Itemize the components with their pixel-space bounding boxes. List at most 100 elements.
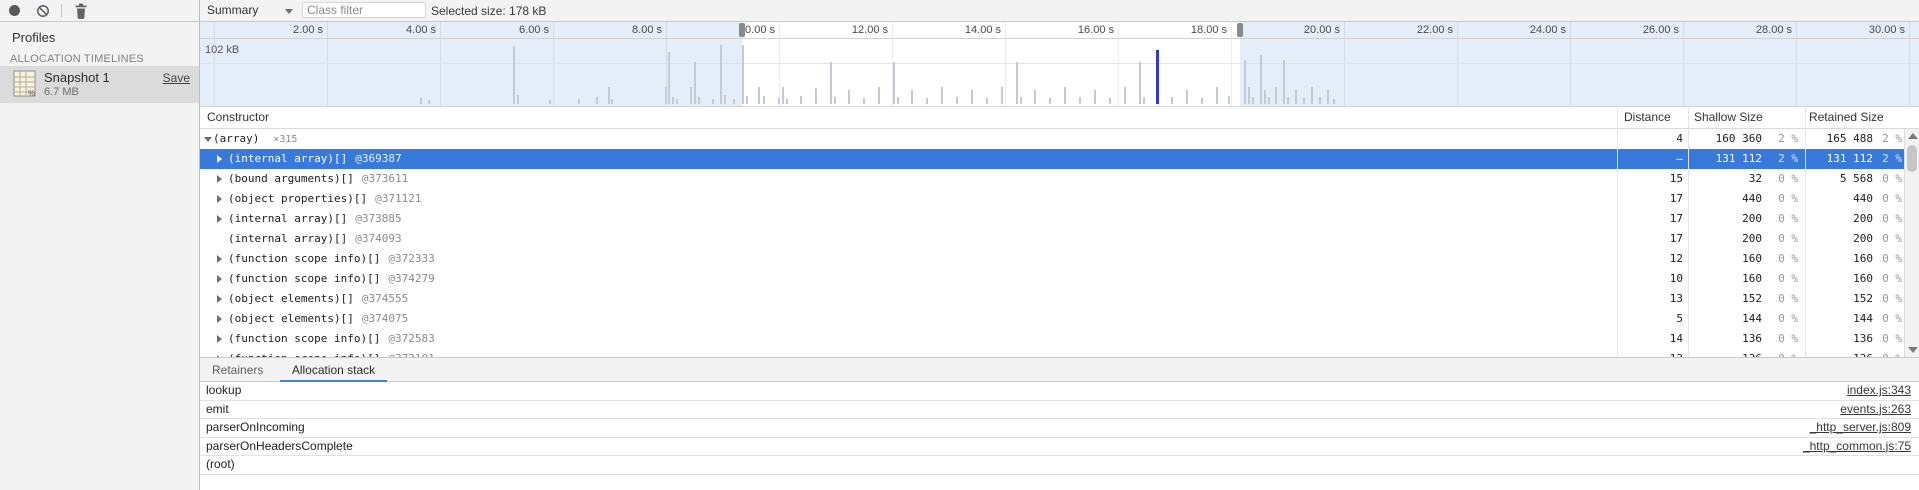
allocation-bar bbox=[742, 45, 744, 104]
column-header-shallow-size[interactable]: Shallow Size bbox=[1694, 110, 1763, 124]
shallow-pct-cell: 0 % bbox=[1764, 229, 1798, 249]
distance-cell: 12 bbox=[1621, 249, 1683, 269]
table-row[interactable]: (internal array)[]@373885172000 %2000 % bbox=[200, 209, 1904, 229]
save-link[interactable]: Save bbox=[163, 71, 190, 85]
shallow-size-cell: 152 bbox=[1690, 289, 1762, 309]
tab-allocation-stack[interactable]: Allocation stack bbox=[280, 358, 387, 383]
expand-arrow-icon[interactable] bbox=[217, 155, 222, 163]
scrollbar-down-icon[interactable] bbox=[1908, 347, 1918, 353]
selection-handle-left[interactable] bbox=[739, 23, 745, 37]
table-row[interactable]: (object elements)[]@374555131520 %1520 % bbox=[200, 289, 1904, 309]
table-row[interactable]: (internal array)[]@369387–131 1122 %131 … bbox=[200, 149, 1904, 169]
timeline-tick-label: 2.00 s bbox=[243, 24, 323, 36]
distance-cell: – bbox=[1621, 149, 1683, 169]
retained-pct-cell: 0 % bbox=[1875, 249, 1902, 269]
allocation-bar bbox=[694, 62, 696, 104]
shallow-pct-cell: 0 % bbox=[1764, 289, 1798, 309]
timeline-gridline bbox=[327, 22, 328, 106]
stack-frame-row[interactable]: parserOnIncoming _http_server.js:809 bbox=[200, 419, 1919, 438]
object-id: @372583 bbox=[388, 332, 434, 345]
table-row[interactable]: (function scope info)[]@373101131360 %13… bbox=[200, 349, 1904, 357]
perspective-select[interactable]: Summary bbox=[207, 0, 258, 21]
allocation-bar bbox=[1034, 90, 1036, 104]
table-row[interactable]: (function scope info)[]@372583141360 %13… bbox=[200, 329, 1904, 349]
allocation-timeline-overview[interactable]: 2.00 s4.00 s6.00 s8.00 s10.00 s12.00 s14… bbox=[200, 22, 1919, 107]
tab-retainers[interactable]: Retainers bbox=[200, 358, 275, 380]
shallow-pct-cell: 0 % bbox=[1764, 209, 1798, 229]
shallow-pct-cell: 0 % bbox=[1764, 329, 1798, 349]
expand-arrow-icon[interactable] bbox=[217, 175, 222, 183]
expand-arrow-icon[interactable] bbox=[217, 315, 222, 323]
table-row[interactable]: (object elements)[]@37407551440 %1440 % bbox=[200, 309, 1904, 329]
constructor-name: (object elements)[] bbox=[228, 312, 354, 325]
source-location-link[interactable]: events.js:263 bbox=[1840, 401, 1911, 419]
timeline-scale-label: 102 kB bbox=[205, 44, 239, 56]
expand-arrow-icon[interactable] bbox=[217, 215, 222, 223]
allocation-bar bbox=[848, 90, 850, 104]
stack-frame-row[interactable]: emit events.js:263 bbox=[200, 401, 1919, 420]
column-header-constructor[interactable]: Constructor bbox=[207, 110, 269, 124]
source-location-link[interactable]: index.js:343 bbox=[1847, 382, 1911, 400]
allocation-bar bbox=[1094, 90, 1096, 104]
allocation-bar bbox=[986, 98, 988, 104]
distance-cell: 17 bbox=[1621, 229, 1683, 249]
expand-arrow-icon[interactable] bbox=[217, 195, 222, 203]
timeline-tick-label: 30.00 s bbox=[1825, 24, 1905, 36]
table-row[interactable]: (bound arguments)[]@37361115320 %5 5680 … bbox=[200, 169, 1904, 189]
allocation-bar bbox=[763, 96, 765, 104]
allocation-bar bbox=[1228, 96, 1230, 104]
detail-tabbar: Retainers Allocation stack bbox=[200, 357, 1919, 382]
allocation-stack-list: lookupindex.js:343emitevents.js:263parse… bbox=[200, 382, 1919, 490]
shallow-pct-cell: 0 % bbox=[1764, 249, 1798, 269]
constructor-name: (array) bbox=[213, 132, 259, 145]
stack-frame-row[interactable]: (root) bbox=[200, 456, 1919, 475]
allocation-bar bbox=[1252, 97, 1254, 104]
delete-profile-icon[interactable] bbox=[74, 3, 88, 19]
expand-arrow-icon[interactable] bbox=[217, 335, 222, 343]
constructor-name: (object properties)[] bbox=[228, 192, 367, 205]
object-id: @373611 bbox=[362, 172, 408, 185]
stack-function-name: parserOnIncoming bbox=[200, 420, 305, 434]
clear-icon[interactable] bbox=[36, 4, 50, 18]
source-location-link[interactable]: _http_server.js:809 bbox=[1810, 419, 1911, 437]
source-location-link[interactable]: _http_common.js:75 bbox=[1803, 438, 1911, 456]
table-row[interactable]: (array)×3154160 3602 %165 4882 % bbox=[200, 129, 1904, 149]
timeline-tick-label: 18.00 s bbox=[1147, 24, 1227, 36]
constructor-cell: (object elements)[]@374075 bbox=[228, 309, 408, 329]
table-row[interactable]: (internal array)[]@374093172000 %2000 % bbox=[200, 229, 1904, 249]
allocation-bar bbox=[712, 99, 714, 104]
timeline-tick-label: 20.00 s bbox=[1260, 24, 1340, 36]
allocation-bar bbox=[1260, 55, 1262, 104]
expand-arrow-icon[interactable] bbox=[217, 295, 222, 303]
stack-frame-row[interactable]: lookupindex.js:343 bbox=[200, 382, 1919, 401]
constructor-cell: (internal array)[]@374093 bbox=[228, 229, 402, 249]
table-row[interactable]: (function scope info)[]@372333121600 %16… bbox=[200, 249, 1904, 269]
toolbar: Summary Selected size: 178 kB bbox=[0, 0, 1919, 22]
distance-cell: 15 bbox=[1621, 169, 1683, 189]
stack-frame-row[interactable]: parserOnHeadersComplete_http_common.js:7… bbox=[200, 438, 1919, 457]
allocation-bar bbox=[596, 97, 598, 104]
scale-gridline bbox=[200, 63, 1919, 64]
column-header-distance[interactable]: Distance bbox=[1624, 110, 1671, 124]
allocation-bar bbox=[428, 100, 430, 104]
expand-arrow-icon[interactable] bbox=[217, 275, 222, 283]
sidebar-item-snapshot[interactable]: % Snapshot 1 6.7 MB Save bbox=[0, 66, 199, 103]
record-button[interactable] bbox=[9, 5, 20, 16]
table-row[interactable]: (object properties)[]@371121174400 %4400… bbox=[200, 189, 1904, 209]
table-row[interactable]: (function scope info)[]@374279101600 %16… bbox=[200, 269, 1904, 289]
column-header-retained-size[interactable]: Retained Size bbox=[1809, 110, 1884, 124]
selection-handle-right[interactable] bbox=[1237, 23, 1243, 37]
grid-scrollbar[interactable] bbox=[1904, 129, 1919, 357]
expand-arrow-icon[interactable] bbox=[217, 255, 222, 263]
scrollbar-thumb[interactable] bbox=[1907, 145, 1917, 172]
scrollbar-up-icon[interactable] bbox=[1908, 133, 1918, 139]
collapse-arrow-icon[interactable] bbox=[204, 137, 212, 142]
allocation-bar bbox=[1109, 98, 1111, 104]
stack-function-name: emit bbox=[200, 402, 229, 416]
class-filter-input[interactable] bbox=[302, 2, 426, 18]
timeline-tick-label: 10.00 s bbox=[695, 24, 775, 36]
allocation-bar bbox=[758, 87, 760, 104]
distance-cell: 4 bbox=[1621, 129, 1683, 149]
timeline-gridline bbox=[1909, 22, 1910, 106]
allocation-bar bbox=[720, 45, 722, 104]
